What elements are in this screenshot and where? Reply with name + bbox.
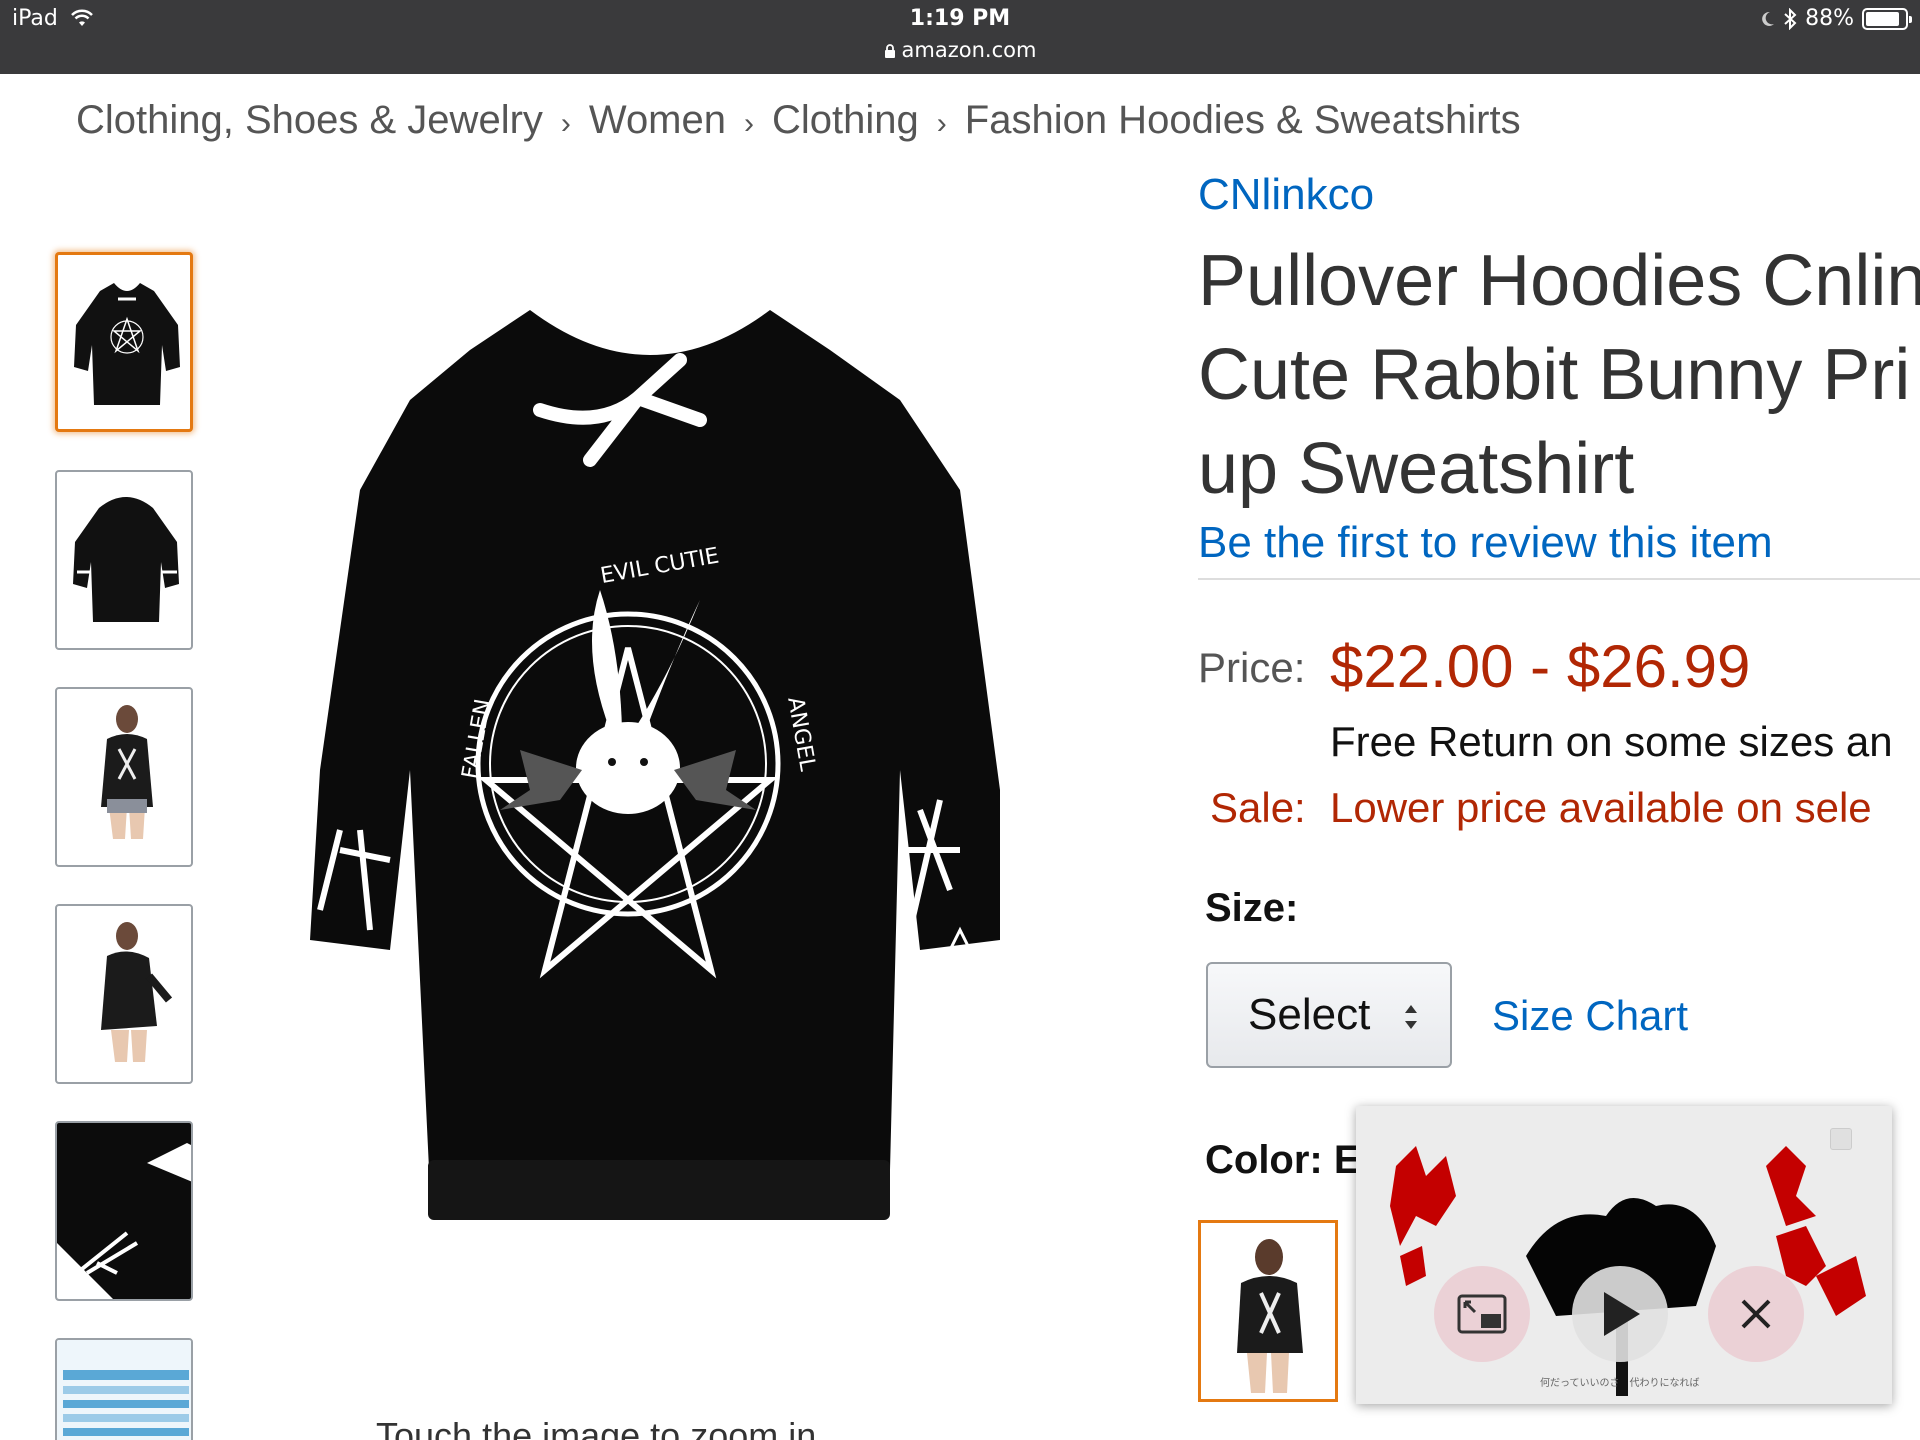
zoom-hint: Touch the image to zoom in [376, 1415, 817, 1440]
model-side-image [101, 922, 173, 1062]
size-select-value: Select [1248, 990, 1371, 1039]
chevron-right-icon: › [744, 107, 754, 140]
status-right: 88% [1759, 6, 1912, 31]
color-swatch-black[interactable] [1198, 1220, 1338, 1402]
chevron-right-icon: › [560, 107, 571, 140]
brand-link[interactable]: CNlinkco [1198, 170, 1374, 220]
pip-restore-button[interactable] [1434, 1266, 1530, 1362]
thumbnail-front[interactable] [55, 252, 193, 432]
bluetooth-icon [1784, 7, 1797, 30]
divider [1198, 578, 1920, 580]
status-time: 1:19 PM [909, 6, 1011, 31]
address-bar[interactable]: amazon.com [0, 38, 1920, 62]
size-chart-link[interactable]: Size Chart [1492, 992, 1688, 1040]
sleeve-detail-image [57, 1123, 191, 1299]
battery-icon [1862, 7, 1912, 30]
breadcrumb: Clothing, Shoes & Jewelry › Women › Clothing… [76, 98, 1521, 143]
pip-corner-icon [1830, 1128, 1852, 1150]
thumbnail-size-chart[interactable] [55, 1338, 193, 1440]
video-subtitle: 何だっていいのさ 代わりになれば [1540, 1378, 1700, 1389]
pip-restore-icon [1457, 1294, 1507, 1334]
color-swatch-image [1237, 1239, 1303, 1393]
sale-label: Sale: [1210, 784, 1306, 831]
thumbnail-model-2[interactable] [55, 904, 193, 1084]
select-arrows-icon [1405, 1005, 1417, 1029]
breadcrumb-item-fashion-hoodies[interactable]: Fashion Hoodies & Sweatshirts [965, 98, 1521, 142]
size-chart-thumbnail-image [57, 1340, 191, 1440]
breadcrumb-item-clothing[interactable]: Clothing [772, 98, 919, 142]
hoodie-thumbnail-image [74, 283, 180, 405]
pip-play-button[interactable] [1572, 1266, 1668, 1362]
moon-icon [1762, 11, 1775, 26]
price-value: $22.00 - $26.99 [1330, 633, 1751, 700]
battery-percent: 88% [1805, 6, 1854, 31]
thumbnail-back[interactable] [55, 470, 193, 650]
thumbnail-detail[interactable] [55, 1121, 193, 1301]
breadcrumb-item-clothing-shoes-jewelry[interactable]: Clothing, Shoes & Jewelry [76, 98, 543, 142]
breadcrumb-item-women[interactable]: Women [589, 98, 726, 142]
sale-text: Lower price available on sele [1330, 784, 1872, 831]
product-title-line: Cute Rabbit Bunny Pri [1198, 335, 1911, 415]
main-product-image[interactable]: EVIL CUTIE FALLEN ANGEL [300, 290, 1000, 1230]
thumbnail-model-1[interactable] [55, 687, 193, 867]
lock-icon [884, 44, 895, 58]
url-text: amazon.com [901, 38, 1037, 62]
review-link[interactable]: Be the first to review this item [1198, 518, 1773, 568]
free-return-text: Free Return on some sizes an [1330, 718, 1893, 765]
color-label: Color: E [1205, 1138, 1361, 1182]
product-title-line: up Sweatshirt [1198, 429, 1635, 509]
size-select[interactable]: Select [1206, 962, 1452, 1068]
product-title: Pullover Hoodies Cnlin Cute Rabbit Bunny… [1198, 234, 1920, 516]
chevron-right-icon: › [936, 107, 947, 140]
play-icon [1604, 1292, 1640, 1336]
close-icon [1741, 1299, 1771, 1329]
status-bar: iPad 1:19 PM amazon.com 88% [0, 0, 1920, 74]
size-label: Size: [1205, 886, 1299, 930]
model-image [101, 705, 153, 839]
pip-video-player[interactable]: 何だっていいのさ 代わりになれば [1356, 1106, 1892, 1404]
product-title-line: Pullover Hoodies Cnlin [1198, 241, 1920, 321]
hoodie-back-image [73, 497, 179, 622]
pip-close-button[interactable] [1708, 1266, 1804, 1362]
price-label: Price: [1198, 644, 1306, 691]
battery-level [1866, 11, 1900, 26]
